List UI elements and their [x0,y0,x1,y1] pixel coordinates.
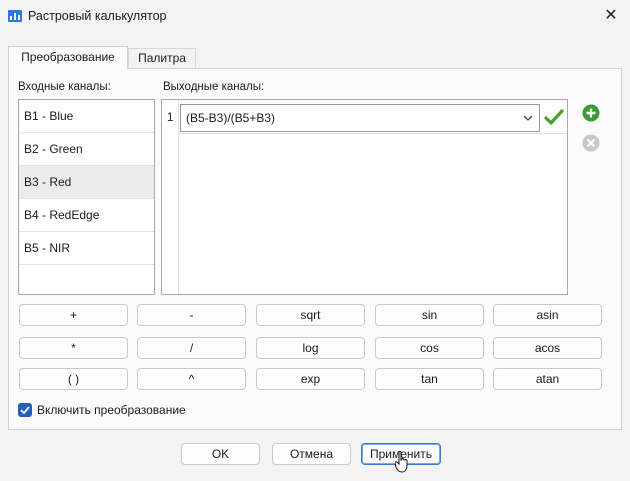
formula-value[interactable]: (B5-B3)/(B5+B3) [186,111,275,125]
operator-divide-button[interactable]: / [137,337,246,359]
function-exp-button[interactable]: exp [256,368,365,390]
function-sqrt-button[interactable]: sqrt [256,304,365,326]
input-channel-item[interactable]: B3 - Red [19,166,154,199]
output-channels-label: Выходные каналы: [163,81,265,93]
row-divider [179,133,567,134]
input-channels-label: Входные каналы: [18,81,111,93]
window-title: Растровый калькулятор [28,9,167,23]
operator-multiply-button[interactable]: * [19,337,128,359]
enable-transform-label[interactable]: Включить преобразование [37,403,186,417]
chevron-down-icon[interactable] [519,106,537,130]
operator-parentheses-button[interactable]: ( ) [19,368,128,390]
cancel-button[interactable]: Отмена [272,443,351,465]
operator-plus-button[interactable]: + [19,304,128,326]
input-channel-item[interactable]: B1 - Blue [19,100,154,133]
ok-button[interactable]: OK [181,443,260,465]
operator-minus-button[interactable]: - [137,304,246,326]
function-tan-button[interactable]: tan [375,368,484,390]
enable-transform-checkbox[interactable] [18,403,32,417]
function-atan-button[interactable]: atan [493,368,602,390]
input-channel-item[interactable]: B5 - NIR [19,232,154,265]
function-asin-button[interactable]: asin [493,304,602,326]
raster-chart-icon [8,10,22,22]
operator-power-button[interactable]: ^ [137,368,246,390]
input-channel-item[interactable]: B4 - RedEdge [19,199,154,232]
row-number-divider [178,100,179,294]
function-log-button[interactable]: log [256,337,365,359]
function-sin-button[interactable]: sin [375,304,484,326]
tab-palette[interactable]: Палитра [128,48,196,68]
remove-channel-icon[interactable] [582,134,600,152]
input-channels-list[interactable]: B1 - Blue B2 - Green B3 - Red B4 - RedEd… [18,99,155,295]
checkmark-icon [20,406,30,415]
input-channel-item[interactable]: B2 - Green [19,133,154,166]
close-button[interactable]: ✕ [596,3,626,29]
check-icon[interactable] [544,108,564,126]
tab-transform[interactable]: Преобразование [8,46,128,69]
function-cos-button[interactable]: cos [375,337,484,359]
mouse-pointer-icon [395,451,408,473]
add-channel-icon[interactable] [582,104,600,122]
output-row-number: 1 [167,112,174,124]
function-acos-button[interactable]: acos [493,337,602,359]
